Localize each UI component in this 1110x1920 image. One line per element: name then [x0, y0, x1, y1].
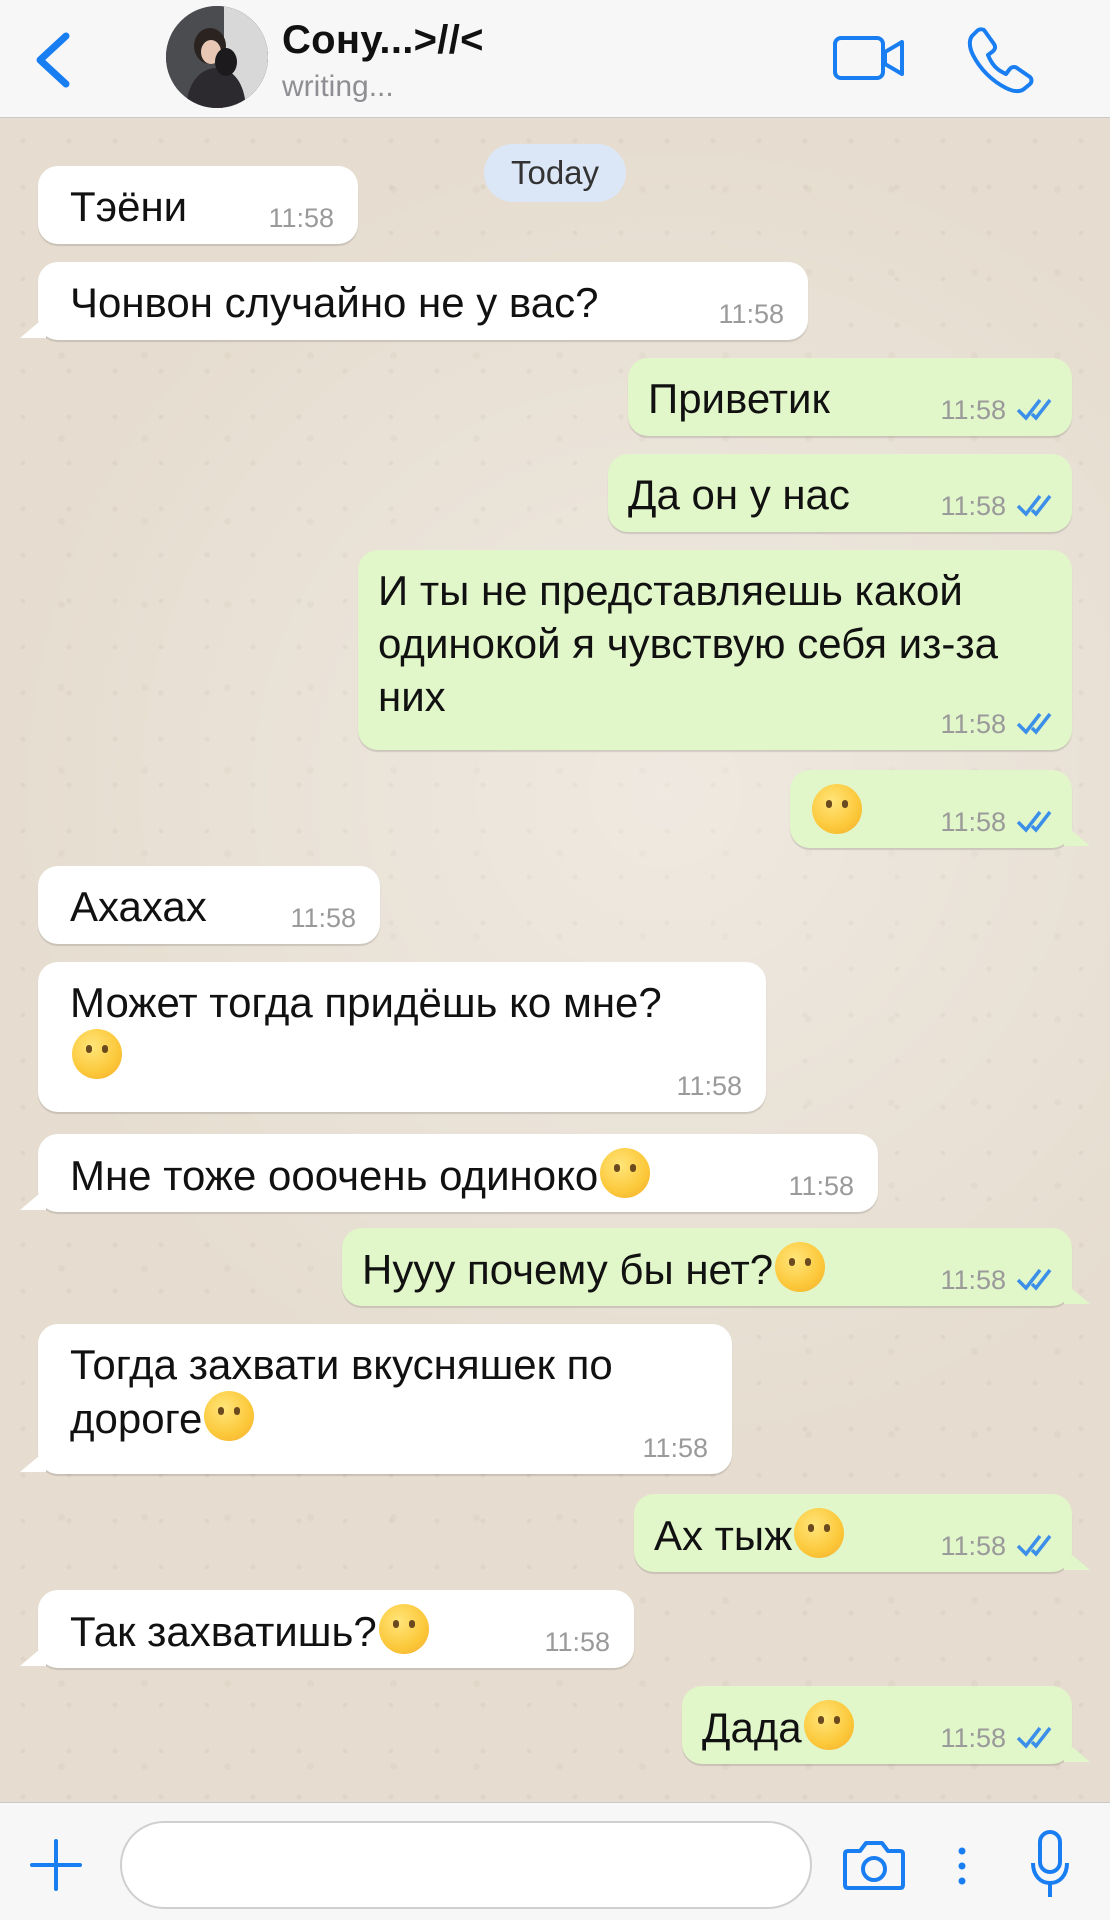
camera-icon [843, 1841, 905, 1890]
message-body: Может тогда придёшь ко мне? [70, 979, 662, 1026]
message-time: 11:58 [940, 491, 1006, 521]
composer-bar [0, 1802, 1110, 1920]
message-text: И ты не представляешь какой одинокой я ч… [378, 567, 998, 720]
message-body: Ах тыж [654, 1512, 793, 1559]
message-text: Так захватишь? [70, 1604, 429, 1658]
message-time: 11:58 [940, 1531, 1006, 1561]
message-body: Так захватишь? [70, 1608, 377, 1655]
bubble-tail [20, 1450, 46, 1472]
outgoing-message[interactable]: И ты не представляешь какой одинокой я ч… [358, 550, 1072, 750]
message-time: 11:58 [788, 1171, 854, 1201]
plus-icon [30, 1839, 82, 1891]
outgoing-message[interactable]: 11:58 [790, 770, 1090, 848]
expressionless-face-emoji [794, 1508, 845, 1558]
voice-message-button[interactable] [1030, 1829, 1070, 1901]
chevron-left-icon [36, 32, 70, 88]
message-body: Дада [702, 1704, 802, 1751]
bubble-tail [20, 1644, 46, 1666]
microphone-icon [1031, 1830, 1069, 1897]
message-time: 11:58 [718, 299, 784, 329]
incoming-message[interactable]: Чонвон случайно не у вас? 11:58 [20, 262, 808, 340]
message-text: Дада [702, 1700, 854, 1754]
crying-face-emoji [812, 784, 862, 834]
double-check-icon [1016, 494, 1052, 517]
outgoing-message[interactable]: Ах тыж 11:58 [634, 1494, 1090, 1572]
message-text: Ахахах [70, 883, 207, 930]
bubble-tail [20, 316, 46, 338]
double-check-icon [1016, 1268, 1052, 1291]
camera-button[interactable] [842, 1839, 906, 1891]
message-time: 11:58 [940, 709, 1006, 739]
message-time: 11:58 [940, 1723, 1006, 1753]
message-time: 11:58 [940, 1265, 1006, 1295]
smirking-face-emoji [775, 1242, 826, 1292]
message-input[interactable] [120, 1821, 812, 1909]
message-time: 11:58 [940, 395, 1006, 425]
message-time: 11:58 [544, 1627, 610, 1657]
double-check-icon [1016, 810, 1052, 833]
incoming-message[interactable]: Тэёни 11:58 [38, 166, 358, 244]
date-separator: Today [484, 144, 626, 202]
back-button[interactable] [26, 24, 86, 96]
message-text: Тогда захвати вкусняшек по дороге [70, 1338, 690, 1445]
message-text: Приветик [648, 375, 830, 422]
message-text: Мне тоже ооочень одиноко [70, 1148, 651, 1202]
hugging-face-emoji [378, 1604, 429, 1654]
double-check-icon [1016, 1534, 1052, 1557]
double-check-icon [1016, 712, 1052, 735]
message-text: Может тогда придёшь ко мне? [70, 976, 662, 1083]
contact-name[interactable]: Сону...>//< [282, 18, 484, 63]
typing-status: writing... [282, 70, 394, 103]
avatar-photo [166, 6, 268, 108]
video-call-button[interactable] [832, 30, 906, 86]
winking-face-emoji [72, 1029, 122, 1079]
message-body: Тогда захвати вкусняшек по дороге [70, 1341, 613, 1442]
outgoing-message[interactable]: Приветик 11:58 [628, 358, 1072, 436]
double-check-icon [1016, 398, 1052, 421]
chat-header: Сону...>//< writing... [0, 0, 1110, 118]
outgoing-message[interactable]: Нууу почему бы нет? 11:58 [342, 1228, 1090, 1306]
voice-call-button[interactable] [966, 24, 1036, 94]
more-vertical-icon [958, 1847, 966, 1885]
contact-avatar[interactable] [166, 6, 268, 108]
outgoing-message[interactable]: Да он у нас 11:58 [608, 454, 1072, 532]
more-options-button[interactable] [950, 1841, 974, 1891]
message-text: Да он у нас [628, 471, 850, 518]
incoming-message[interactable]: Так захватишь? 11:58 [20, 1590, 634, 1668]
attach-button[interactable] [28, 1837, 84, 1893]
phone-icon [967, 27, 1034, 94]
double-check-icon [1016, 1726, 1052, 1749]
message-list[interactable]: Today Тэёни 11:58 Чонвон случайно не у в… [0, 118, 1110, 1802]
bubble-tail [1064, 1282, 1090, 1304]
bubble-tail [20, 1188, 46, 1210]
message-time: 11:58 [290, 903, 356, 933]
message-text: Тэёни [70, 183, 188, 230]
message-time: 11:58 [676, 1071, 742, 1101]
video-camera-icon [833, 36, 904, 80]
message-body: Нууу почему бы нет? [362, 1246, 774, 1293]
outgoing-message[interactable]: Дада 11:58 [682, 1686, 1090, 1764]
slightly-smiling-face-emoji [204, 1391, 255, 1441]
message-time: 11:58 [940, 807, 1006, 837]
bubble-tail [1064, 1548, 1090, 1570]
message-body: Мне тоже ооочень одиноко [70, 1152, 599, 1199]
incoming-message[interactable]: Может тогда придёшь ко мне? 11:58 [38, 962, 766, 1112]
message-text [810, 784, 862, 838]
message-time: 11:58 [642, 1433, 708, 1463]
tired-face-emoji [600, 1148, 651, 1198]
incoming-message[interactable]: Мне тоже ооочень одиноко 11:58 [20, 1134, 878, 1212]
message-text: Чонвон случайно не у вас? [70, 279, 599, 326]
message-text: Нууу почему бы нет? [362, 1242, 826, 1296]
bubble-tail [1064, 824, 1090, 846]
incoming-message[interactable]: Ахахах 11:58 [38, 866, 380, 944]
bubble-tail [1064, 1740, 1090, 1762]
message-time: 11:58 [268, 203, 334, 233]
message-text: Ах тыж [654, 1508, 845, 1562]
incoming-message[interactable]: Тогда захвати вкусняшек по дороге 11:58 [20, 1324, 732, 1474]
eye-roll-face-emoji [803, 1700, 854, 1750]
